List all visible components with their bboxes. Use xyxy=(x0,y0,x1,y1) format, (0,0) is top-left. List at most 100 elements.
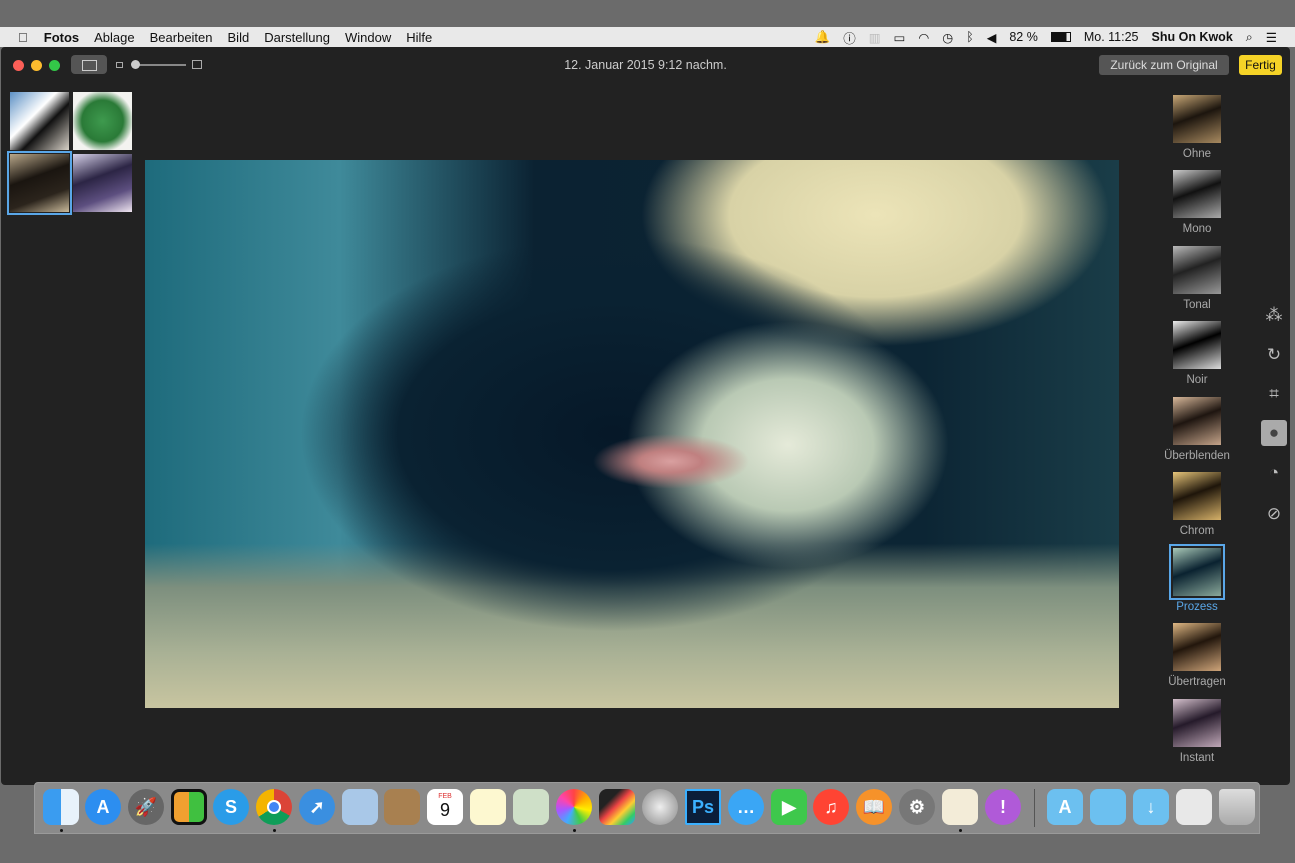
dock-calendar[interactable]: FEB 9 xyxy=(427,789,463,825)
dock-folder-applications[interactable]: A xyxy=(1047,789,1083,825)
dock-textedit[interactable] xyxy=(942,789,978,825)
dock-app-store[interactable]: A xyxy=(85,789,121,825)
menu-darstellung[interactable]: Darstellung xyxy=(264,30,330,45)
dock-itunes[interactable]: ♫ xyxy=(813,789,849,825)
retouch-icon[interactable]: ⊘ xyxy=(1261,501,1287,527)
running-indicator xyxy=(959,829,962,832)
dock-preview[interactable] xyxy=(342,789,378,825)
crop-icon[interactable]: ⌗ xyxy=(1261,381,1287,407)
clock[interactable]: Mo. 11:25 xyxy=(1084,30,1139,44)
done-button[interactable]: Fertig xyxy=(1239,55,1282,75)
photo-thumbnail[interactable] xyxy=(73,92,132,150)
photoshop-label: Ps xyxy=(691,796,715,817)
dock-mission-control[interactable] xyxy=(171,789,207,825)
filter-label: Mono xyxy=(1182,223,1212,235)
dock-safari[interactable]: ➚ xyxy=(299,789,335,825)
dock-ibooks[interactable]: 📖 xyxy=(856,789,892,825)
filter-preview xyxy=(1169,544,1225,600)
dock-feedback[interactable]: ! xyxy=(985,789,1021,825)
revert-to-original-button[interactable]: Zurück zum Original xyxy=(1099,55,1229,75)
time-machine-icon[interactable]: ◷ xyxy=(942,30,953,45)
apple-menu[interactable]:  xyxy=(18,30,28,45)
dock-notes[interactable] xyxy=(470,789,506,825)
filter-uebertragen[interactable]: Übertragen xyxy=(1161,623,1233,688)
running-indicator xyxy=(573,829,576,832)
filter-preview xyxy=(1173,623,1221,671)
dock-folder-downloads[interactable]: ↓ xyxy=(1133,789,1169,825)
filter-label: Chrom xyxy=(1179,525,1215,537)
filter-preview xyxy=(1173,95,1221,143)
magic-wand-icon[interactable]: ⁂ xyxy=(1261,302,1287,328)
dock-final-cut[interactable] xyxy=(599,789,635,825)
spotlight-icon[interactable]: ⌕ xyxy=(1246,30,1253,45)
dock-photos[interactable] xyxy=(556,789,592,825)
dock-file-stack[interactable] xyxy=(1176,789,1212,825)
filter-ohne[interactable]: Ohne xyxy=(1161,95,1233,160)
calendar-month: FEB xyxy=(438,793,452,800)
filter-instant[interactable]: Instant xyxy=(1161,699,1233,764)
dock-folder-documents[interactable] xyxy=(1090,789,1126,825)
photo-thumbnail[interactable] xyxy=(10,92,69,150)
filter-prozess[interactable]: Prozess xyxy=(1161,544,1233,613)
filter-chrom[interactable]: Chrom xyxy=(1161,472,1233,537)
volume-icon[interactable]: ◀ xyxy=(987,30,997,45)
menu-bild[interactable]: Bild xyxy=(228,30,250,45)
menu-ablage[interactable]: Ablage xyxy=(94,30,134,45)
filter-preview xyxy=(1173,170,1221,218)
dock-messages[interactable]: … xyxy=(728,789,764,825)
filter-label: Tonal xyxy=(1183,299,1211,311)
filter-preview xyxy=(1173,472,1221,520)
rotate-icon[interactable]: ↻ xyxy=(1261,342,1287,368)
filter-label: Ohne xyxy=(1182,148,1212,160)
window-title: 12. Januar 2015 9:12 nachm. xyxy=(564,58,727,72)
menu-app-fotos[interactable]: Fotos xyxy=(44,30,79,45)
filter-label: Übertragen xyxy=(1168,676,1226,688)
notification-center-icon[interactable]: ☰ xyxy=(1266,30,1277,45)
dock-motion[interactable] xyxy=(642,789,678,825)
dock-contacts[interactable] xyxy=(384,789,420,825)
onepassword-icon[interactable]: ⓘ xyxy=(843,28,856,47)
photo-thumbnail[interactable] xyxy=(73,154,132,212)
menu-window[interactable]: Window xyxy=(345,30,391,45)
status-area: 🔔 ⓘ ▥ ▭ ◠ ◷ ᛒ ◀ 82 % Mo. 11:25 Shu On Kw… xyxy=(815,27,1295,47)
filter-preview xyxy=(1173,321,1221,369)
filter-noir[interactable]: Noir xyxy=(1161,321,1233,386)
dock-photoshop[interactable]: Ps xyxy=(685,789,721,825)
dock-finder[interactable] xyxy=(43,789,79,825)
filter-preview xyxy=(1173,246,1221,294)
main-photo-cat xyxy=(145,160,1119,708)
bluetooth-icon[interactable]: ᛒ xyxy=(966,30,974,44)
dock-chrome[interactable] xyxy=(256,789,292,825)
running-indicator xyxy=(273,829,276,832)
filter-tonal[interactable]: Tonal xyxy=(1161,246,1233,311)
photo-thumbnail-selected[interactable] xyxy=(7,151,72,215)
dock-facetime[interactable]: ▶ xyxy=(771,789,807,825)
dock-divider xyxy=(1034,789,1035,827)
battery-icon[interactable] xyxy=(1050,32,1071,42)
wifi-icon[interactable]: ◠ xyxy=(918,30,929,45)
skype-label: S xyxy=(224,796,237,817)
menu-hilfe[interactable]: Hilfe xyxy=(406,30,432,45)
dock-trash[interactable] xyxy=(1219,789,1255,825)
user-name[interactable]: Shu On Kwok xyxy=(1152,30,1233,44)
menu-bearbeiten[interactable]: Bearbeiten xyxy=(150,30,213,45)
running-indicator xyxy=(60,829,63,832)
calendar-day: 9 xyxy=(439,800,450,820)
battery-text[interactable]: 82 % xyxy=(1009,30,1038,44)
dock-skype[interactable]: S xyxy=(213,789,249,825)
filter-label: Instant xyxy=(1179,752,1215,764)
filters-icon[interactable]: ● xyxy=(1261,420,1287,446)
notification-icon[interactable]: 🔔 xyxy=(815,30,831,45)
filter-preview xyxy=(1173,699,1221,747)
bars-icon[interactable]: ▥ xyxy=(869,30,881,45)
filter-ueberblenden[interactable]: Überblenden xyxy=(1161,397,1233,462)
dock: A 🚀 S ➚ FEB 9 Ps … ▶ ♫ 📖 ⚙ ! A ↓ xyxy=(34,782,1260,834)
menu-bar:  Fotos Ablage Bearbeiten Bild Darstellu… xyxy=(0,27,1295,47)
dock-maps[interactable] xyxy=(513,789,549,825)
filter-mono[interactable]: Mono xyxy=(1161,170,1233,235)
filter-label: Noir xyxy=(1186,374,1208,386)
airplay-icon[interactable]: ▭ xyxy=(894,30,906,45)
adjust-icon[interactable]: ◔ xyxy=(1261,460,1287,486)
dock-system-preferences[interactable]: ⚙ xyxy=(899,789,935,825)
dock-launchpad[interactable]: 🚀 xyxy=(128,789,164,825)
